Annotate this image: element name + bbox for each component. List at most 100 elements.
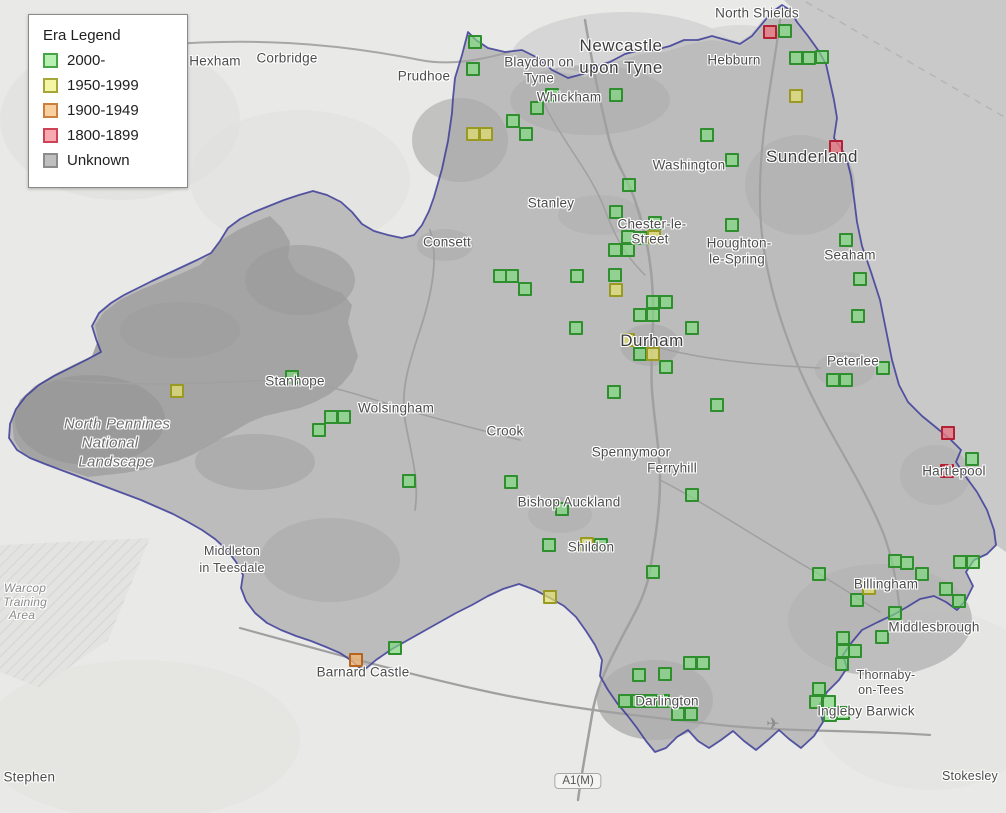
marker-e2000[interactable] <box>618 694 632 708</box>
marker-e2000[interactable] <box>609 88 623 102</box>
marker-e2000[interactable] <box>646 565 660 579</box>
marker-e1950[interactable] <box>170 384 184 398</box>
place-label-bishop-auckland: Bishop Auckland <box>517 494 621 510</box>
marker-e2000[interactable] <box>839 233 853 247</box>
marker-e2000[interactable] <box>659 360 673 374</box>
place-label-hexham: Hexham <box>189 53 241 69</box>
place-label-ferryhill: Ferryhill <box>647 460 697 476</box>
marker-e2000[interactable] <box>875 630 889 644</box>
marker-e2000[interactable] <box>468 35 482 49</box>
marker-e2000[interactable] <box>850 593 864 607</box>
place-label-on-tees: on-Tees <box>858 683 904 697</box>
airport-icon: ✈ <box>766 716 780 733</box>
place-label-sunderland: Sunderland <box>766 147 858 166</box>
marker-e2000[interactable] <box>388 641 402 655</box>
marker-e2000[interactable] <box>710 398 724 412</box>
marker-e2000[interactable] <box>505 269 519 283</box>
legend-swatch-e1800 <box>43 128 58 143</box>
marker-e2000[interactable] <box>622 178 636 192</box>
marker-e2000[interactable] <box>853 272 867 286</box>
place-label-billingham: Billingham <box>853 576 919 592</box>
road-shield-a1m: A1(M) <box>554 773 602 789</box>
marker-e2000[interactable] <box>519 127 533 141</box>
marker-e1950[interactable] <box>609 283 623 297</box>
marker-e2000[interactable] <box>646 295 660 309</box>
place-label-north-shields: North Shields <box>715 5 799 21</box>
marker-e2000[interactable] <box>696 656 710 670</box>
marker-e1950[interactable] <box>789 89 803 103</box>
marker-e2000[interactable] <box>659 295 673 309</box>
marker-e2000[interactable] <box>569 321 583 335</box>
marker-e2000[interactable] <box>466 62 480 76</box>
marker-e2000[interactable] <box>685 488 699 502</box>
marker-e2000[interactable] <box>684 707 698 721</box>
marker-e2000[interactable] <box>826 373 840 387</box>
marker-e2000[interactable] <box>888 606 902 620</box>
marker-e2000[interactable] <box>700 128 714 142</box>
marker-e2000[interactable] <box>312 423 326 437</box>
marker-e2000[interactable] <box>953 555 967 569</box>
marker-e2000[interactable] <box>725 153 739 167</box>
place-label-area: Area <box>8 608 36 622</box>
marker-e2000[interactable] <box>802 51 816 65</box>
place-label-north-pennines: North Pennines <box>63 415 171 433</box>
marker-e2000[interactable] <box>671 707 685 721</box>
marker-e2000[interactable] <box>789 51 803 65</box>
marker-e2000[interactable] <box>646 308 660 322</box>
marker-e2000[interactable] <box>402 474 416 488</box>
marker-e2000[interactable] <box>324 410 338 424</box>
marker-e2000[interactable] <box>952 594 966 608</box>
place-label-in-teesdale: in Teesdale <box>199 561 265 575</box>
marker-e2000[interactable] <box>966 555 980 569</box>
place-label-stanhope: Stanhope <box>265 373 325 389</box>
marker-e2000[interactable] <box>570 269 584 283</box>
marker-e2000[interactable] <box>506 114 520 128</box>
marker-e1950[interactable] <box>466 127 480 141</box>
place-label-barnard-castle: Barnard Castle <box>316 664 410 680</box>
marker-e2000[interactable] <box>658 667 672 681</box>
marker-e2000[interactable] <box>633 308 647 322</box>
marker-e2000[interactable] <box>851 309 865 323</box>
marker-e2000[interactable] <box>778 24 792 38</box>
marker-e2000[interactable] <box>839 373 853 387</box>
legend-label-e2000: 2000- <box>67 52 106 69</box>
marker-e2000[interactable] <box>848 644 862 658</box>
place-label-washington: Washington <box>652 157 726 173</box>
place-label-le-spring: le-Spring <box>709 251 765 267</box>
marker-e2000[interactable] <box>518 282 532 296</box>
marker-e2000[interactable] <box>608 268 622 282</box>
marker-e2000[interactable] <box>900 556 914 570</box>
place-label-darlington: Darlington <box>635 693 699 709</box>
marker-e2000[interactable] <box>542 538 556 552</box>
marker-e2000[interactable] <box>608 243 622 257</box>
marker-e1950[interactable] <box>479 127 493 141</box>
place-label-seaham: Seaham <box>824 247 876 263</box>
place-label-warcop: Warcop <box>3 581 47 595</box>
marker-e2000[interactable] <box>836 631 850 645</box>
marker-e1800[interactable] <box>763 25 777 39</box>
legend-swatch-e1950 <box>43 78 58 93</box>
map-canvas[interactable]: North Shields Newcastle upon Tyne Hexham Cor… <box>0 0 1006 813</box>
marker-e2000[interactable] <box>337 410 351 424</box>
marker-e2000[interactable] <box>815 50 829 64</box>
legend-title: Era Legend <box>43 27 121 44</box>
marker-e2000[interactable] <box>685 321 699 335</box>
marker-e2000[interactable] <box>504 475 518 489</box>
legend-label-eunknown: Unknown <box>67 152 130 169</box>
marker-e2000[interactable] <box>632 668 646 682</box>
marker-e2000[interactable] <box>812 567 826 581</box>
legend-label-e1900: 1900-1949 <box>67 102 139 119</box>
marker-e1950[interactable] <box>543 590 557 604</box>
marker-e1800[interactable] <box>941 426 955 440</box>
marker-e2000[interactable] <box>812 682 826 696</box>
marker-e2000[interactable] <box>607 385 621 399</box>
place-label-hartlepool: Hartlepool <box>922 463 986 479</box>
marker-e2000[interactable] <box>835 657 849 671</box>
place-label-corbridge: Corbridge <box>256 50 318 66</box>
marker-e2000[interactable] <box>683 656 697 670</box>
legend-label-e1950: 1950-1999 <box>67 77 139 94</box>
marker-e2000[interactable] <box>939 582 953 596</box>
marker-e2000[interactable] <box>725 218 739 232</box>
place-label-wolsingham: Wolsingham <box>357 400 435 416</box>
legend-row-e1950: 1950-1999 <box>43 77 175 94</box>
